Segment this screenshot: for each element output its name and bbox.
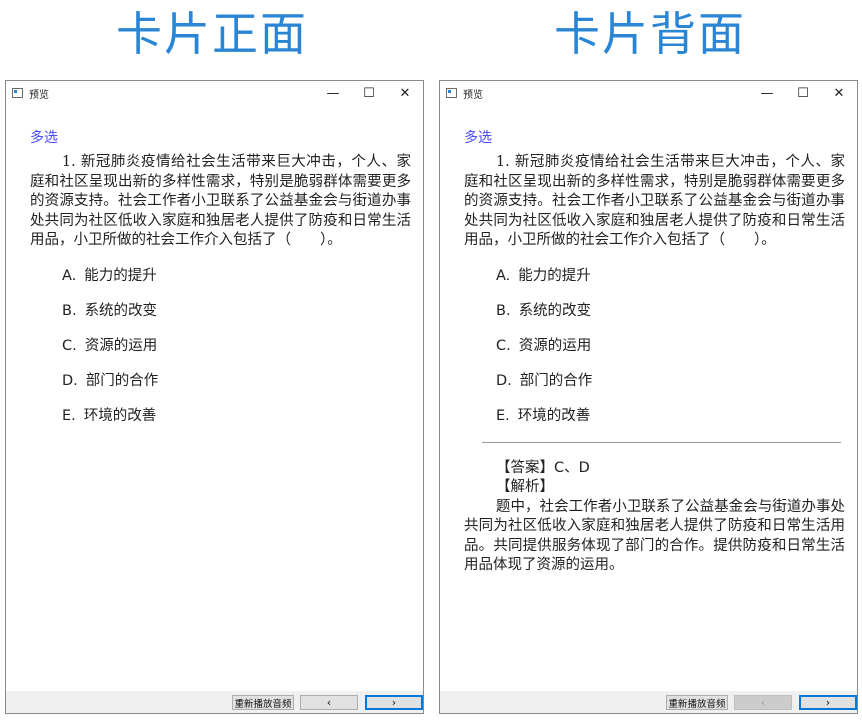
option-a: A. 能力的提升 [464, 259, 845, 294]
window-title: 预览 [29, 89, 49, 101]
replay-audio-button[interactable]: 重新播放音频 [666, 695, 728, 710]
answer-value: C、D [554, 459, 590, 476]
window-title: 预览 [463, 89, 483, 101]
replay-audio-button[interactable]: 重新播放音频 [232, 695, 294, 710]
option-text: 系统的改变 [518, 302, 592, 319]
prev-button[interactable]: ‹ [300, 695, 358, 710]
question-stem: 1. 新冠肺炎疫情给社会生活带来巨大冲击，个人、家庭和社区呈现出新的多样性需求，… [464, 154, 845, 248]
minimize-button[interactable]: — [749, 81, 785, 105]
next-button[interactable]: › [365, 695, 423, 710]
title-bar[interactable]: 预览 — ☐ ✕ [440, 81, 857, 105]
next-button[interactable]: › [799, 695, 857, 710]
maximize-button[interactable]: ☐ [351, 81, 387, 105]
answer-section: 【答案】C、D 【解析】 题中，社会工作者小卫联系了公益基金会与街道办事处共同为… [464, 459, 845, 576]
option-list: A. 能力的提升 B. 系统的改变 C. 资源的运用 D. 部门的合作 E. 环境的改善 [30, 259, 411, 434]
prev-button[interactable]: ‹ [734, 695, 792, 710]
option-c: C. 资源的运用 [464, 329, 845, 364]
question-type: 多选 [30, 130, 58, 146]
option-text: 能力的提升 [84, 267, 157, 284]
option-letter: D. [62, 372, 78, 389]
option-c: C. 资源的运用 [30, 329, 411, 364]
card-content: 多选 1. 新冠肺炎疫情给社会生活带来巨大冲击，个人、家庭和社区呈现出新的多样性… [464, 105, 845, 576]
answer-label: 【答案】 [496, 459, 554, 476]
option-letter: E. [496, 407, 510, 424]
option-letter: D. [496, 372, 512, 389]
option-b: B. 系统的改变 [464, 294, 845, 329]
option-e: E. 环境的改善 [464, 399, 845, 434]
app-icon [12, 88, 23, 98]
back-heading: 卡片背面 [554, 7, 746, 61]
option-letter: E. [62, 407, 76, 424]
option-text: 资源的运用 [518, 337, 592, 354]
title-bar[interactable]: 预览 — ☐ ✕ [6, 81, 423, 105]
option-letter: B. [496, 302, 511, 319]
option-letter: C. [496, 337, 511, 354]
bottom-bar: 重新播放音频 ‹ › [6, 691, 423, 713]
analysis-label: 【解析】 [496, 479, 554, 495]
option-list: A. 能力的提升 B. 系统的改变 C. 资源的运用 D. 部门的合作 E. 环境的改善 [464, 259, 845, 434]
close-button[interactable]: ✕ [387, 81, 423, 105]
option-text: 部门的合作 [519, 372, 593, 389]
option-letter: C. [62, 337, 77, 354]
option-e: E. 环境的改善 [30, 399, 411, 434]
question-type: 多选 [464, 130, 492, 146]
back-preview-window: 预览 — ☐ ✕ 多选 1. 新冠肺炎疫情给社会生活带来巨大冲击，个人、家庭和社… [439, 80, 858, 714]
option-a: A. 能力的提升 [30, 259, 411, 294]
maximize-button[interactable]: ☐ [785, 81, 821, 105]
analysis-text: 题中，社会工作者小卫联系了公益基金会与街道办事处共同为社区低收入家庭和独居老人提… [464, 498, 845, 574]
option-letter: A. [496, 267, 511, 284]
option-text: 系统的改变 [84, 302, 158, 319]
option-text: 环境的改善 [517, 407, 591, 424]
card-content: 多选 1. 新冠肺炎疫情给社会生活带来巨大冲击，个人、家庭和社区呈现出新的多样性… [30, 105, 411, 434]
option-text: 资源的运用 [84, 337, 158, 354]
app-icon [446, 88, 457, 98]
front-preview-window: 预览 — ☐ ✕ 多选 1. 新冠肺炎疫情给社会生活带来巨大冲击，个人、家庭和社… [5, 80, 424, 714]
option-text: 环境的改善 [83, 407, 157, 424]
option-letter: B. [62, 302, 77, 319]
option-d: D. 部门的合作 [30, 364, 411, 399]
front-heading: 卡片正面 [116, 7, 308, 61]
question-stem: 1. 新冠肺炎疫情给社会生活带来巨大冲击，个人、家庭和社区呈现出新的多样性需求，… [30, 154, 411, 248]
option-text: 能力的提升 [518, 267, 591, 284]
option-letter: A. [62, 267, 77, 284]
option-b: B. 系统的改变 [30, 294, 411, 329]
bottom-bar: 重新播放音频 ‹ › [440, 691, 857, 713]
answer-divider [482, 441, 841, 443]
minimize-button[interactable]: — [315, 81, 351, 105]
answer-line: 【答案】C、D [464, 459, 845, 479]
option-text: 部门的合作 [85, 372, 159, 389]
close-button[interactable]: ✕ [821, 81, 857, 105]
option-d: D. 部门的合作 [464, 364, 845, 399]
